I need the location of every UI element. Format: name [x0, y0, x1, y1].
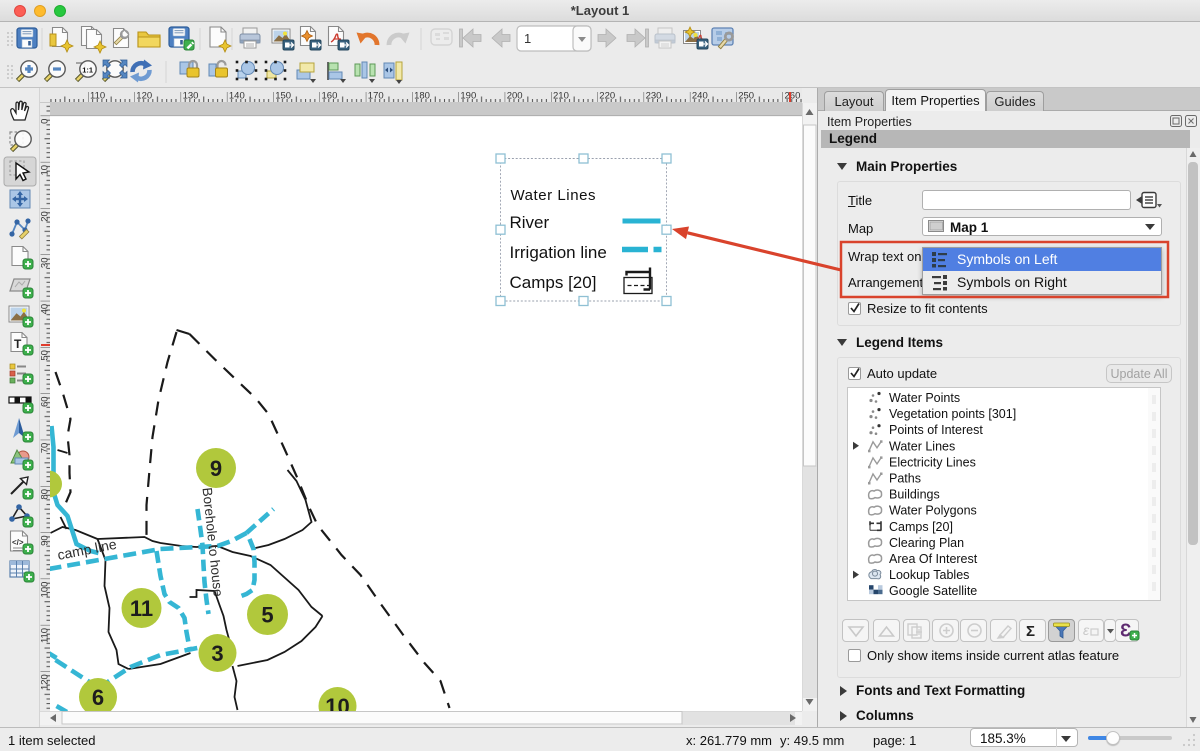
svg-text:50: 50	[40, 350, 50, 361]
svg-text:250: 250	[738, 91, 754, 102]
svg-text:Water Points: Water Points	[889, 391, 960, 405]
svg-text:Camps [20]: Camps [20]	[510, 273, 597, 292]
svg-text:Points of Interest: Points of Interest	[889, 423, 983, 437]
svg-text:220: 220	[599, 91, 615, 102]
svg-text:120: 120	[40, 674, 50, 690]
svg-text:160: 160	[322, 91, 338, 102]
svg-text:20: 20	[40, 211, 50, 222]
svg-text:Buildings: Buildings	[889, 488, 940, 502]
svg-text:70: 70	[40, 443, 50, 454]
svg-text:1:1: 1:1	[82, 66, 93, 75]
svg-text:240: 240	[692, 91, 708, 102]
svg-text:90: 90	[40, 535, 50, 546]
svg-text:1: 1	[524, 31, 531, 46]
svg-text:Σ: Σ	[1026, 623, 1035, 640]
svg-text:3: 3	[211, 641, 223, 666]
svg-text:0: 0	[40, 119, 50, 124]
svg-text:Google Satellite: Google Satellite	[889, 584, 977, 598]
svg-text:Water Polygons: Water Polygons	[889, 504, 977, 518]
svg-text:Paths: Paths	[889, 472, 921, 486]
svg-text:40: 40	[40, 304, 50, 315]
svg-text:110: 110	[40, 628, 50, 643]
svg-text:9: 9	[210, 456, 222, 481]
svg-text:210: 210	[553, 91, 569, 102]
svg-text:130: 130	[183, 91, 199, 102]
svg-text:190: 190	[460, 91, 476, 102]
svg-text:Irrigation line: Irrigation line	[510, 243, 607, 262]
svg-text:Lookup Tables: Lookup Tables	[889, 568, 969, 582]
svg-text:6: 6	[92, 685, 104, 710]
svg-text:11: 11	[130, 596, 153, 621]
svg-text:10: 10	[40, 165, 50, 176]
svg-text:River: River	[510, 213, 550, 232]
svg-text:150: 150	[275, 91, 291, 102]
svg-text:120: 120	[136, 91, 152, 102]
svg-text:80: 80	[40, 489, 50, 500]
svg-text:Vegetation points [301]: Vegetation points [301]	[889, 407, 1016, 421]
svg-text:180: 180	[414, 91, 430, 102]
svg-text:Water Lines: Water Lines	[889, 439, 955, 453]
svg-text:110: 110	[90, 91, 105, 102]
svg-text:140: 140	[229, 91, 245, 102]
svg-text:260: 260	[785, 91, 801, 102]
svg-text:Electricity Lines: Electricity Lines	[889, 455, 976, 469]
svg-text:T: T	[14, 337, 22, 351]
svg-text:Camps [20]: Camps [20]	[889, 520, 953, 534]
svg-text:230: 230	[646, 91, 662, 102]
svg-text:10: 10	[325, 694, 349, 711]
svg-text:100: 100	[40, 582, 50, 598]
svg-text:ε: ε	[1083, 622, 1090, 638]
svg-text:5: 5	[261, 603, 273, 628]
svg-text:</>: </>	[12, 538, 24, 547]
svg-text:170: 170	[368, 91, 384, 102]
svg-text:Water Lines: Water Lines	[511, 187, 597, 204]
svg-text:Clearing Plan: Clearing Plan	[889, 536, 964, 550]
svg-text:200: 200	[507, 91, 523, 102]
svg-text:60: 60	[40, 396, 50, 407]
svg-text:30: 30	[40, 258, 50, 269]
svg-text:Area Of Interest: Area Of Interest	[889, 552, 978, 566]
